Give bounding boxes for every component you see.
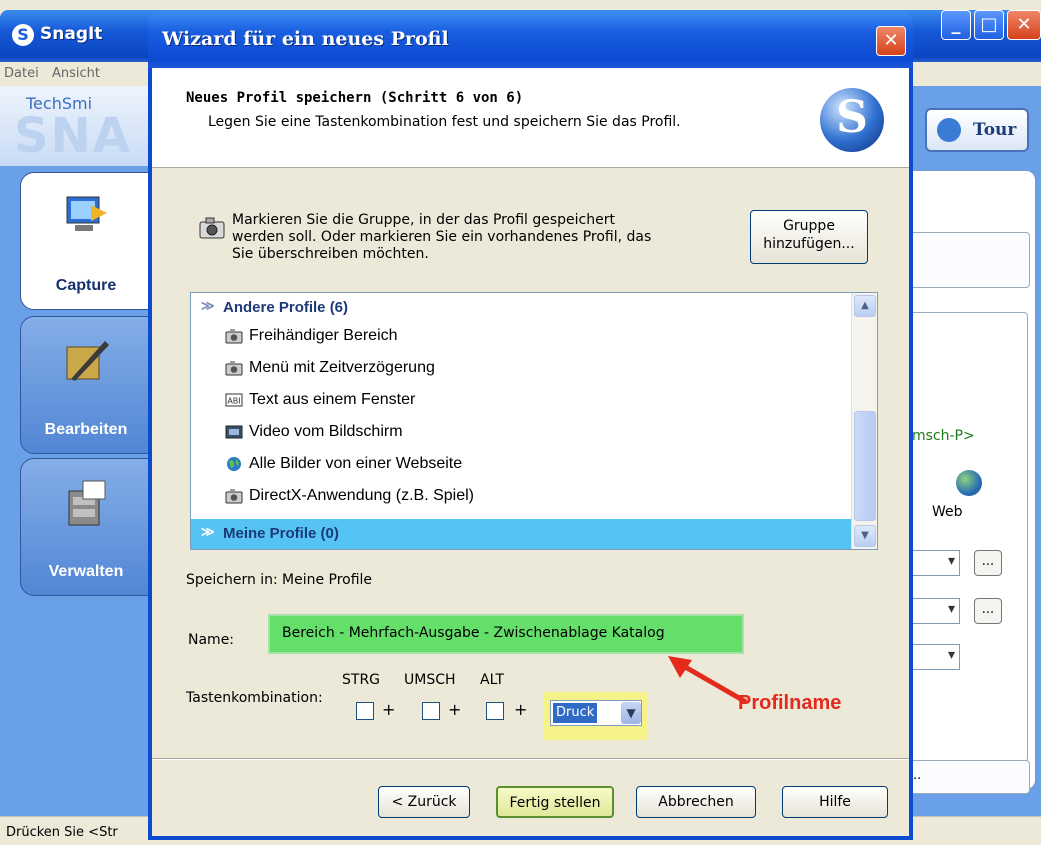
profile-name-field[interactable]: Bereich - Mehrfach-Ausgabe - Zwischenabl… xyxy=(268,614,744,654)
app-close-button[interactable]: ✕ xyxy=(1007,10,1041,40)
wizard-titlebar: Wizard für ein neues Profil ✕ xyxy=(148,12,913,68)
wizard-step-heading: Neues Profil speichern (Schritt 6 von 6) xyxy=(186,90,524,106)
strg-checkbox[interactable] xyxy=(356,702,374,720)
plus-sign: + xyxy=(514,700,528,719)
plus-sign: + xyxy=(448,700,462,719)
chevron-down-icon[interactable]: ▼ xyxy=(621,702,641,724)
menu-datei[interactable]: Datei xyxy=(4,66,39,81)
profile-label: Menü mit Zeitverzögerung xyxy=(249,359,435,376)
video-icon xyxy=(225,425,243,439)
strg-label: STRG xyxy=(342,672,381,688)
footer-divider xyxy=(152,758,909,760)
tour-button[interactable]: Tour xyxy=(925,108,1029,152)
scroll-down-arrow-icon[interactable]: ▼ xyxy=(854,525,876,547)
right-dots-button-2[interactable]: ... xyxy=(974,598,1002,624)
list-item[interactable]: Video vom Bildschirm xyxy=(225,417,825,449)
plus-sign: + xyxy=(382,700,396,719)
right-combo-3[interactable] xyxy=(908,644,960,670)
edit-icon xyxy=(66,341,109,381)
globe-icon xyxy=(227,457,241,471)
status-text: Drücken Sie <Str xyxy=(6,825,118,840)
maximize-button[interactable]: □ xyxy=(974,10,1004,40)
profile-label: Text aus einem Fenster xyxy=(249,391,416,408)
scroll-up-arrow-icon[interactable]: ▲ xyxy=(854,295,876,317)
name-label: Name: xyxy=(188,632,235,648)
right-bottom-box[interactable]: .. xyxy=(908,760,1030,794)
tab-bearbeiten-label: Bearbeiten xyxy=(44,421,128,438)
key-select-value: Druck xyxy=(553,703,598,723)
group-andere-profile[interactable]: ≫ Andere Profile (6) xyxy=(191,293,851,323)
wizard-close-button[interactable]: ✕ xyxy=(876,26,906,56)
globe-icon xyxy=(956,470,982,496)
text-icon: ABI xyxy=(225,393,243,407)
wizard-header: Neues Profil speichern (Schritt 6 von 6)… xyxy=(152,68,909,168)
camera-icon xyxy=(225,361,243,376)
group-label: Andere Profile (6) xyxy=(223,299,349,316)
key-select[interactable]: Druck ▼ xyxy=(550,700,642,726)
alt-checkbox[interactable] xyxy=(486,702,504,720)
snagit-logo-icon: S xyxy=(12,24,34,46)
info-text: Markieren Sie die Gruppe, in der das Pro… xyxy=(232,212,652,262)
profile-list[interactable]: ≫ Andere Profile (6) Freihändiger Bereic… xyxy=(190,292,878,550)
minimize-button[interactable]: _ xyxy=(941,10,971,40)
back-button[interactable]: < Zurück xyxy=(378,786,470,818)
list-item[interactable]: DirectX-Anwendung (z.B. Spiel) xyxy=(225,481,825,513)
app-title: SnagIt xyxy=(40,24,103,44)
list-item[interactable]: Menü mit Zeitverzögerung xyxy=(225,353,825,385)
list-scrollbar[interactable]: ▲ ▼ xyxy=(851,293,877,549)
group-label: Meine Profile (0) xyxy=(223,525,339,542)
right-dots-button-1[interactable]: ... xyxy=(974,550,1002,576)
right-combo-1[interactable] xyxy=(908,550,960,576)
right-hotkey-text: msch-P> xyxy=(912,428,975,444)
wizard-dialog: Wizard für ein neues Profil ✕ Neues Prof… xyxy=(148,12,913,840)
profile-label: Alle Bilder von einer Webseite xyxy=(249,455,463,472)
alt-label: ALT xyxy=(480,672,505,688)
camera-icon xyxy=(225,489,243,504)
right-web-label: Web xyxy=(932,504,963,520)
profile-label: Freihändiger Bereich xyxy=(249,327,398,344)
profile-label: Video vom Bildschirm xyxy=(249,423,403,440)
list-item[interactable]: Alle Bilder von einer Webseite xyxy=(225,449,825,481)
add-group-button[interactable]: Gruppe hinzufügen... xyxy=(750,210,868,264)
right-panel-box xyxy=(908,232,1030,288)
hotkey-label: Tastenkombination: xyxy=(186,690,323,706)
tour-label: Tour xyxy=(973,120,1017,140)
finish-button[interactable]: Fertig stellen xyxy=(496,786,614,818)
umsch-checkbox[interactable] xyxy=(422,702,440,720)
group-meine-profile[interactable]: ≫ Meine Profile (0) xyxy=(191,519,851,549)
wizard-step-description: Legen Sie eine Tastenkombination fest un… xyxy=(208,114,681,130)
tab-capture-label: Capture xyxy=(55,277,117,294)
right-combo-2[interactable] xyxy=(908,598,960,624)
scroll-thumb[interactable] xyxy=(854,411,876,521)
camera-icon xyxy=(225,329,243,344)
list-item[interactable]: ABI Text aus einem Fenster xyxy=(225,385,825,417)
capture-icon xyxy=(66,196,107,231)
save-in-value: Meine Profile xyxy=(282,572,373,588)
help-button[interactable]: Hilfe xyxy=(782,786,888,818)
manage-icon xyxy=(68,480,106,526)
svg-text:ABI: ABI xyxy=(227,397,240,406)
cancel-button[interactable]: Abbrechen xyxy=(636,786,756,818)
camera-icon xyxy=(199,217,225,239)
collapse-chevron-icon[interactable]: ≫ xyxy=(201,298,215,314)
annotation-profilname: Profilname xyxy=(738,692,842,714)
right-panel-settings xyxy=(908,312,1028,762)
wizard-body: Neues Profil speichern (Schritt 6 von 6)… xyxy=(152,68,909,836)
tour-icon xyxy=(937,118,961,142)
menu-ansicht[interactable]: Ansicht xyxy=(52,66,100,81)
umsch-label: UMSCH xyxy=(404,672,456,688)
profile-label: DirectX-Anwendung (z.B. Spiel) xyxy=(249,487,474,504)
save-in-label: Speichern in: xyxy=(186,572,278,588)
snagit-logo-text: SNA xyxy=(14,108,132,164)
snagit-logo-icon: S xyxy=(820,88,884,152)
tab-verwalten-label: Verwalten xyxy=(48,563,124,580)
wizard-title: Wizard für ein neues Profil xyxy=(162,28,449,50)
collapse-chevron-icon[interactable]: ≫ xyxy=(201,524,215,540)
list-item[interactable]: Freihändiger Bereich xyxy=(225,321,825,353)
